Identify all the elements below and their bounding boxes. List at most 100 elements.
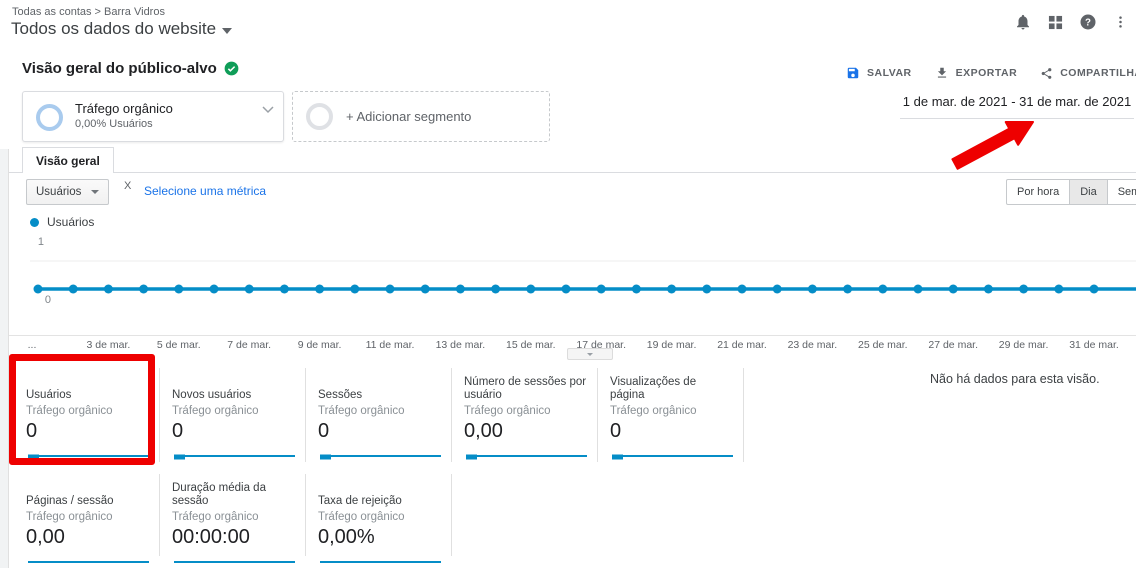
- export-button-label: EXPORTAR: [956, 67, 1018, 79]
- help-icon[interactable]: ?: [1079, 13, 1097, 31]
- left-rail: [0, 149, 9, 568]
- chart-legend: Usuários: [30, 215, 94, 229]
- data-point: [702, 285, 711, 294]
- data-point: [808, 285, 817, 294]
- data-point: [69, 285, 78, 294]
- apps-grid-icon[interactable]: [1048, 15, 1063, 30]
- chart-expander-button[interactable]: [567, 348, 613, 360]
- scorecard-sparkline: [318, 451, 443, 461]
- y-tick-label: 0: [45, 294, 51, 306]
- scorecard: Páginas / sessãoTráfego orgânico0,00: [14, 474, 160, 556]
- data-point: [245, 285, 254, 294]
- data-point: [1019, 285, 1028, 294]
- scorecards-row-1: Usuários Tráfego orgânico 0 Novos usuários T…: [14, 368, 744, 462]
- share-button[interactable]: COMPARTILHAR: [1040, 67, 1136, 80]
- scorecard-segment: Tráfego orgânico: [26, 405, 149, 417]
- data-point: [738, 285, 747, 294]
- scorecard: Taxa de rejeição Tráfego orgânico 0,00%: [306, 474, 452, 556]
- remove-metric-button[interactable]: X: [124, 180, 131, 192]
- annotation-arrow: [945, 112, 1045, 170]
- granularity-dia[interactable]: Dia: [1070, 179, 1108, 205]
- data-point: [1054, 285, 1063, 294]
- scorecard-title: Usuários: [26, 374, 149, 402]
- granularity-por-hora[interactable]: Por hora: [1006, 179, 1070, 205]
- data-point: [280, 285, 289, 294]
- save-icon: [846, 66, 860, 80]
- scorecard: Duração média da sessãoTráfego orgânico0…: [160, 474, 306, 556]
- data-point: [597, 285, 606, 294]
- x-axis-line: [9, 335, 1136, 336]
- data-point: [878, 285, 887, 294]
- topbar-icons: ?: [1014, 13, 1128, 31]
- y-tick-label: 1: [38, 236, 44, 248]
- data-point: [562, 285, 571, 294]
- data-point: [104, 285, 113, 294]
- scorecard-title: Sessões: [318, 374, 441, 402]
- granularity-group: Por horaDiaSemanaMês: [1006, 179, 1136, 205]
- scorecard-title: Taxa de rejeição: [318, 480, 441, 508]
- scorecard: Visualizações de página Tráfego orgânico 0: [598, 368, 744, 462]
- data-point: [773, 285, 782, 294]
- metric-dropdown[interactable]: Usuários: [26, 179, 109, 205]
- empty-state-message: Não há dados para esta visão.: [930, 372, 1100, 386]
- active-segment-card[interactable]: Tráfego orgânico 0,00% Usuários: [22, 91, 284, 142]
- scorecard-segment: Tráfego orgânico: [26, 511, 149, 523]
- scorecard-segment: Tráfego orgânico: [610, 405, 733, 417]
- svg-text:?: ?: [1085, 17, 1091, 28]
- data-point: [843, 285, 852, 294]
- scorecard-title: Visualizações de página: [610, 374, 733, 402]
- scorecard-title: Páginas / sessão: [26, 480, 149, 508]
- timeseries-plot: 10: [0, 232, 1136, 314]
- add-segment-label: + Adicionar segmento: [346, 109, 471, 124]
- data-point: [456, 285, 465, 294]
- segment-ring-icon: [306, 103, 333, 130]
- report-title-row: Visão geral do público-alvo: [22, 60, 239, 77]
- save-button[interactable]: SALVAR: [846, 66, 912, 80]
- legend-label: Usuários: [47, 215, 94, 229]
- scorecard-title: Novos usuários: [172, 374, 295, 402]
- chevron-down-icon: [587, 353, 593, 356]
- scorecard-value: 0: [26, 419, 149, 443]
- data-point: [632, 285, 641, 294]
- chevron-down-icon[interactable]: [262, 101, 274, 119]
- granularity-semana[interactable]: Semana: [1108, 179, 1136, 205]
- data-point: [667, 285, 676, 294]
- x-tick-label: 19 de mar.: [632, 339, 712, 351]
- legend-dot-icon: [30, 218, 39, 227]
- data-point: [491, 285, 500, 294]
- bell-icon[interactable]: [1014, 13, 1032, 31]
- share-icon: [1040, 67, 1053, 80]
- data-point: [914, 285, 923, 294]
- scorecard-segment: Tráfego orgânico: [318, 511, 441, 523]
- data-point: [210, 285, 219, 294]
- chevron-down-icon: [91, 190, 99, 194]
- ga-audience-overview-page: Todas as contas > Barra Vidros Todos os …: [0, 0, 1136, 568]
- page-title: Visão geral do público-alvo: [22, 60, 217, 77]
- scorecard-sparkline: [172, 557, 297, 567]
- data-point: [174, 285, 183, 294]
- tab-overview[interactable]: Visão geral: [22, 147, 114, 173]
- tab-divider: [9, 172, 1136, 173]
- scorecard-sparkline: [172, 451, 297, 461]
- scorecard: Número de sessões por usuárioTráfego org…: [452, 368, 598, 462]
- x-tick-label: 11 de mar.: [350, 339, 430, 351]
- data-point: [421, 285, 430, 294]
- report-actions: SALVAR EXPORTAR COMPARTILHAR 3 INSIGHTS: [846, 62, 1136, 84]
- data-point: [1090, 285, 1099, 294]
- select-metric-link[interactable]: Selecione uma métrica: [144, 184, 266, 198]
- chevron-down-icon: [222, 28, 232, 34]
- scorecard-segment: Tráfego orgânico: [172, 405, 295, 417]
- data-point: [139, 285, 148, 294]
- add-segment-button[interactable]: + Adicionar segmento: [292, 91, 550, 142]
- scorecard-sparkline: [26, 557, 151, 567]
- breadcrumb[interactable]: Todas as contas > Barra Vidros: [12, 6, 165, 18]
- export-button[interactable]: EXPORTAR: [935, 66, 1018, 80]
- scorecard-value: 0: [610, 419, 733, 443]
- more-vertical-icon[interactable]: [1113, 14, 1128, 30]
- date-range-selector[interactable]: 1 de mar. de 2021 - 31 de mar. de 2021: [900, 90, 1134, 119]
- property-selector-label: Todos os dados do website: [11, 19, 216, 39]
- x-tick-label: 7 de mar.: [209, 339, 289, 351]
- scorecard-value: 0,00%: [318, 525, 441, 549]
- x-tick-label: 5 de mar.: [139, 339, 219, 351]
- property-selector[interactable]: Todos os dados do website: [11, 19, 232, 39]
